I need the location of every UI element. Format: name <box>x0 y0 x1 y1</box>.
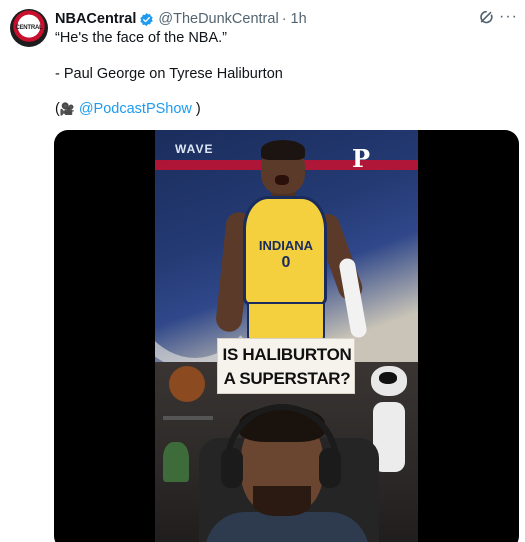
podcast-logo: P <box>352 144 371 173</box>
plant-decor <box>163 442 189 482</box>
tweet-timestamp[interactable]: 1h <box>291 11 307 27</box>
host-shoulders <box>205 512 369 542</box>
basketball-decor <box>169 366 205 402</box>
wave-watermark: WAVE <box>175 142 214 156</box>
jersey-number: 0 <box>281 254 291 271</box>
verified-badge-icon <box>140 12 154 26</box>
avatar-text: CENTRAL <box>15 25 43 31</box>
author-handle[interactable]: @TheDunkCentral <box>158 11 278 27</box>
headphone-earcup-left <box>221 448 243 488</box>
tweet-text-attribution: - Paul George on Tyrese Haliburton <box>55 66 283 82</box>
host-beard <box>253 486 311 516</box>
tweet-header: NBACentral @TheDunkCentral · 1h <box>55 9 307 29</box>
shelf <box>163 416 213 420</box>
tweet-text-credit: (🎥 @PodcastPShow ) <box>55 101 201 117</box>
headphone-earcup-right <box>319 448 341 488</box>
author-avatar[interactable]: CENTRAL <box>10 9 48 47</box>
video-title-card: IS HALIBURTON A SUPERSTAR? <box>217 338 355 394</box>
robot-visor <box>379 372 397 384</box>
camera-icon: 🎥 <box>59 102 75 116</box>
separator-dot: · <box>281 11 287 27</box>
tweet-text-quote: “He's the face of the NBA.” <box>55 30 228 46</box>
game-scene: WAVE P INDIANA 0 <box>155 130 418 370</box>
player-hair <box>261 140 305 160</box>
author-name[interactable]: NBACentral <box>55 11 136 27</box>
video-media[interactable]: WAVE P INDIANA 0 IS HALIBURTON A SUPERST… <box>54 130 519 542</box>
player-mouth <box>275 175 289 185</box>
video-frame[interactable]: WAVE P INDIANA 0 IS HALIBURTON A SUPERST… <box>155 130 418 542</box>
mention-link[interactable]: @PodcastPShow <box>79 101 192 117</box>
more-icon[interactable]: ··· <box>499 9 519 27</box>
paren-close: ) <box>195 101 201 117</box>
title-line-1: IS HALIBURTON <box>222 345 352 364</box>
jersey-team-text: INDIANA <box>258 238 314 253</box>
title-line-2: A SUPERSTAR? <box>223 369 351 388</box>
grok-icon[interactable] <box>478 9 496 27</box>
